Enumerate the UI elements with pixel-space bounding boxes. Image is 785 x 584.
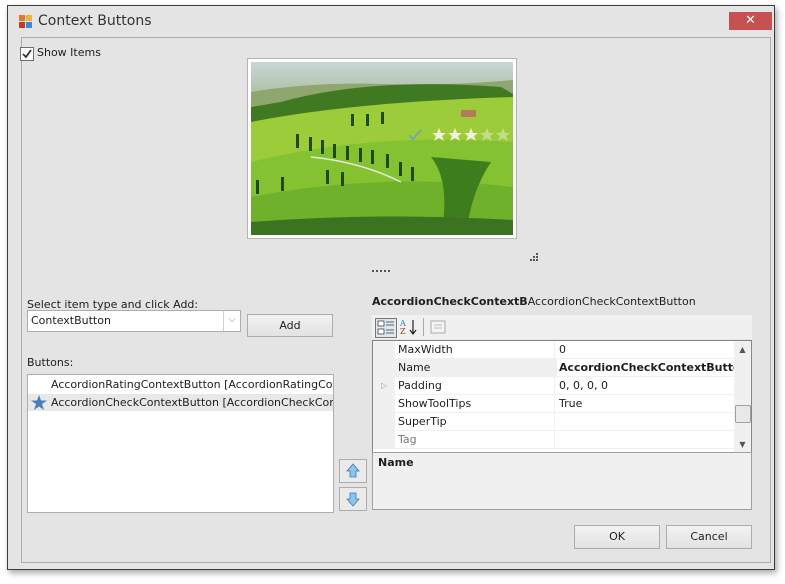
- property-grid-title: AccordionCheckContextBAccordionCheckCont…: [372, 295, 696, 308]
- property-description-title: Name: [378, 456, 414, 469]
- property-row-selected[interactable]: Name AccordionCheckContextButton: [373, 359, 739, 377]
- property-grid-title-regular: AccordionCheckContextButton: [527, 295, 696, 308]
- arrow-up-icon: [346, 463, 360, 478]
- property-grid-toolbar: A Z: [372, 315, 752, 339]
- property-name: MaxWidth: [398, 343, 453, 356]
- close-icon: ✕: [745, 13, 756, 28]
- property-name: Name: [395, 359, 557, 376]
- property-row[interactable]: Tag: [373, 431, 739, 449]
- star-icon: [31, 395, 47, 410]
- checkmark-icon: [22, 49, 32, 59]
- show-items-checkbox[interactable]: [20, 47, 34, 61]
- property-grid-title-bold: AccordionCheckContextB: [372, 295, 528, 308]
- property-name: Padding: [398, 379, 442, 392]
- ok-button[interactable]: OK: [574, 525, 660, 549]
- item-type-combo[interactable]: ContextButton ⌵: [27, 310, 241, 332]
- property-grid[interactable]: MaxWidth 0 Name AccordionCheckContextBut…: [372, 340, 752, 454]
- property-value[interactable]: 0: [554, 341, 739, 358]
- preview-image: [247, 58, 517, 239]
- categorized-button[interactable]: [375, 318, 397, 338]
- chevron-down-icon[interactable]: ⌵: [223, 311, 240, 331]
- list-item-selected[interactable]: AccordionCheckContextButton [AccordionCh…: [28, 394, 333, 411]
- scroll-down-icon[interactable]: ▼: [734, 436, 751, 453]
- list-item[interactable]: AccordionRatingContextButton [AccordionR…: [28, 376, 333, 393]
- title-bar: Context Buttons ✕: [8, 6, 774, 36]
- property-row[interactable]: SuperTip: [373, 413, 739, 431]
- categorized-icon: [377, 320, 394, 335]
- cancel-button[interactable]: Cancel: [666, 525, 752, 549]
- property-row[interactable]: ▷ Padding 0, 0, 0, 0: [373, 377, 739, 395]
- property-value[interactable]: 0, 0, 0, 0: [554, 377, 739, 394]
- arrow-down-icon: [346, 492, 360, 507]
- add-button[interactable]: Add: [247, 314, 333, 337]
- property-grid-scrollbar[interactable]: ▲ ▼: [734, 341, 751, 453]
- window-title: Context Buttons: [38, 13, 152, 29]
- item-type-combo-value: ContextButton: [31, 314, 111, 327]
- buttons-list-label: Buttons:: [27, 356, 74, 369]
- scroll-up-icon[interactable]: ▲: [734, 341, 751, 358]
- landscape-image: [251, 62, 513, 235]
- toolbar-separator: [423, 318, 424, 336]
- move-down-button[interactable]: [339, 487, 367, 511]
- app-icon: [19, 15, 32, 28]
- property-value[interactable]: [554, 431, 739, 448]
- list-item-label: AccordionRatingContextButton [AccordionR…: [51, 378, 333, 391]
- svg-text:Z: Z: [400, 327, 406, 336]
- show-items-label: Show Items: [37, 46, 101, 59]
- buttons-list[interactable]: AccordionRatingContextButton [AccordionR…: [27, 374, 334, 513]
- alphabetical-button[interactable]: A Z: [399, 318, 419, 336]
- splitter-handle[interactable]: [372, 269, 392, 273]
- property-value[interactable]: [554, 413, 739, 430]
- move-up-button[interactable]: [339, 459, 367, 483]
- resize-grip-icon[interactable]: [530, 253, 538, 261]
- close-button[interactable]: ✕: [729, 12, 772, 30]
- property-value[interactable]: AccordionCheckContextButton: [554, 359, 739, 376]
- property-name: ShowToolTips: [398, 397, 472, 410]
- property-description-panel: Name: [372, 452, 752, 510]
- expand-icon[interactable]: ▷: [381, 377, 387, 394]
- property-row[interactable]: MaxWidth 0: [373, 341, 739, 359]
- property-pages-icon: [430, 320, 446, 334]
- scrollbar-thumb[interactable]: [735, 405, 751, 423]
- property-name: SuperTip: [398, 415, 447, 428]
- property-pages-button[interactable]: [428, 318, 448, 336]
- property-row[interactable]: ShowToolTips True: [373, 395, 739, 413]
- sort-alphabetical-icon: A Z: [399, 319, 417, 336]
- property-value[interactable]: True: [554, 395, 739, 412]
- list-item-label: AccordionCheckContextButton [AccordionCh…: [51, 396, 333, 409]
- property-name: Tag: [398, 433, 417, 446]
